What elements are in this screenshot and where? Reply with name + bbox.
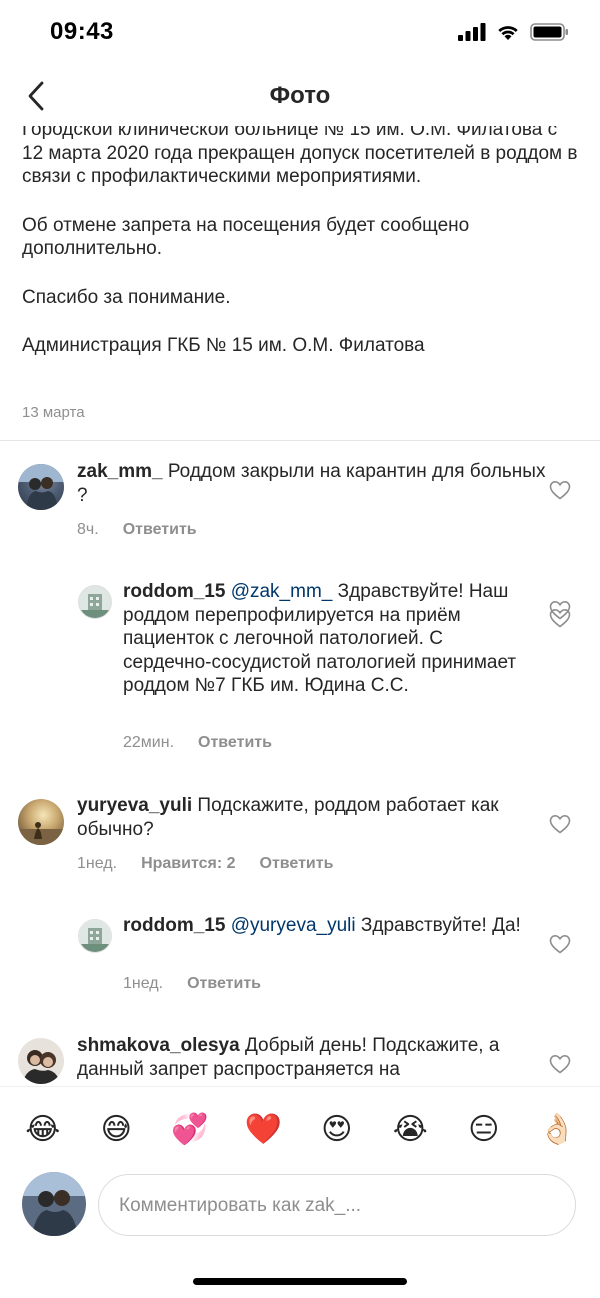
emoji-revolving-hearts[interactable]: 💞 <box>165 1112 215 1147</box>
home-indicator[interactable] <box>193 1278 407 1285</box>
avatar-image <box>79 920 111 952</box>
reply-item: roddom_15 @yuryeva_yuli Здравствуйте! Да… <box>0 914 600 1004</box>
heart-icon[interactable] <box>549 814 571 834</box>
avatar[interactable] <box>18 1038 64 1084</box>
emoji-tears-of-joy[interactable]: 😂 <box>18 1112 68 1147</box>
comment-mention[interactable]: @zak_mm_ <box>231 581 333 602</box>
comment-meta: 1нед. Ответить <box>123 975 261 993</box>
emoji-red-heart[interactable]: ❤️ <box>238 1112 288 1147</box>
status-bar: 09:43 <box>0 0 600 66</box>
page-title: Фото <box>269 82 331 109</box>
comment-time: 1нед. <box>77 855 118 872</box>
reply-button[interactable]: Ответить <box>123 521 197 539</box>
avatar-image <box>18 464 64 510</box>
comment-text: zak_mm_ Роддом закрыли на карантин для б… <box>77 460 547 507</box>
comment-text: shmakova_olesya Добрый день! Подскажите,… <box>77 1034 537 1081</box>
comment-time: 8ч. <box>77 521 99 538</box>
status-time: 09:43 <box>50 18 114 45</box>
comment-time: 22мин. <box>123 734 175 751</box>
status-icons <box>458 22 570 42</box>
reply-button[interactable]: Ответить <box>260 855 334 873</box>
heart-icon[interactable] <box>549 1054 571 1074</box>
comment-text: roddom_15 @yuryeva_yuli Здравствуйте! Да… <box>123 914 533 938</box>
comment-username[interactable]: zak_mm_ <box>77 461 163 482</box>
comment-item: shmakova_olesya Добрый день! Подскажите,… <box>0 1034 600 1086</box>
nav-header: Фото <box>0 66 600 126</box>
comment-field[interactable] <box>98 1174 576 1237</box>
post-caption: Городской клинической больнице № 15 им. … <box>22 126 582 383</box>
emoji-heart-eyes[interactable]: 😍 <box>312 1112 362 1147</box>
avatar <box>22 1172 86 1236</box>
heart-icon[interactable] <box>549 480 571 500</box>
comment-username[interactable]: yuryeva_yuli <box>77 795 192 816</box>
comment-meta: 8ч. Ответить <box>77 521 197 539</box>
likes-count-button[interactable]: Нравится: 2 <box>141 855 235 873</box>
caption-paragraph: Городской клинической больнице № 15 им. … <box>22 126 578 187</box>
avatar-image <box>18 1038 64 1084</box>
caption-paragraph: Спасибо за понимание. <box>22 286 231 308</box>
comment-username[interactable]: roddom_15 <box>123 581 225 602</box>
heart-icon[interactable] <box>549 934 571 954</box>
emoji-sweat-smile[interactable]: 😅 <box>91 1112 141 1147</box>
battery-icon <box>530 23 568 41</box>
emoji-ok-hand[interactable]: 👌🏻 <box>532 1112 582 1147</box>
emoji-expressionless[interactable]: 😑 <box>459 1112 509 1147</box>
heart-icon[interactable] <box>549 600 571 620</box>
emoji-bar: 😂 😅 💞 ❤️ 😍 😭 😑 👌🏻 <box>0 1086 600 1172</box>
comment-input[interactable] <box>117 1175 561 1237</box>
caption-date: 13 марта <box>22 404 85 421</box>
wifi-icon <box>498 26 518 40</box>
comment-text: roddom_15 @zak_mm_ Здравствуйте! Наш род… <box>123 580 533 698</box>
reply-item: roddom_15 @zak_mm_ Здравствуйте! Наш род… <box>0 580 600 760</box>
avatar-image <box>18 799 64 845</box>
emoji-loudly-crying[interactable]: 😭 <box>385 1112 435 1147</box>
comment-item: yuryeva_yuli Подскажите, роддом работает… <box>0 794 600 884</box>
comment-composer <box>0 1172 600 1244</box>
cellular-signal-icon <box>458 23 486 41</box>
comment-item: zak_mm_ Роддом закрыли на карантин для б… <box>0 460 600 628</box>
avatar[interactable] <box>78 919 112 953</box>
divider <box>0 440 600 441</box>
caption-paragraph: Об отмене запрета на посещения будет соо… <box>22 214 470 260</box>
comment-meta: 1нед. Нравится: 2 Ответить <box>77 855 333 873</box>
avatar-image <box>79 586 111 618</box>
avatar-image <box>22 1172 86 1236</box>
reply-button[interactable]: Ответить <box>198 734 272 752</box>
comment-meta: 22мин. Ответить <box>123 734 272 752</box>
comment-username[interactable]: shmakova_olesya <box>77 1035 240 1056</box>
avatar[interactable] <box>18 799 64 845</box>
comment-text: yuryeva_yuli Подскажите, роддом работает… <box>77 794 537 841</box>
comment-username[interactable]: roddom_15 <box>123 915 225 936</box>
comment-mention[interactable]: @yuryeva_yuli <box>231 915 356 936</box>
caption-paragraph: Администрация ГКБ № 15 им. О.М. Филатова <box>22 335 425 356</box>
comment-body: Здравствуйте! Да! <box>360 915 521 936</box>
avatar[interactable] <box>78 585 112 619</box>
reply-button[interactable]: Ответить <box>187 975 261 993</box>
comment-time: 1нед. <box>123 975 164 992</box>
comments-scroll-area[interactable]: Городской клинической больнице № 15 им. … <box>0 126 600 1086</box>
avatar[interactable] <box>18 464 64 510</box>
